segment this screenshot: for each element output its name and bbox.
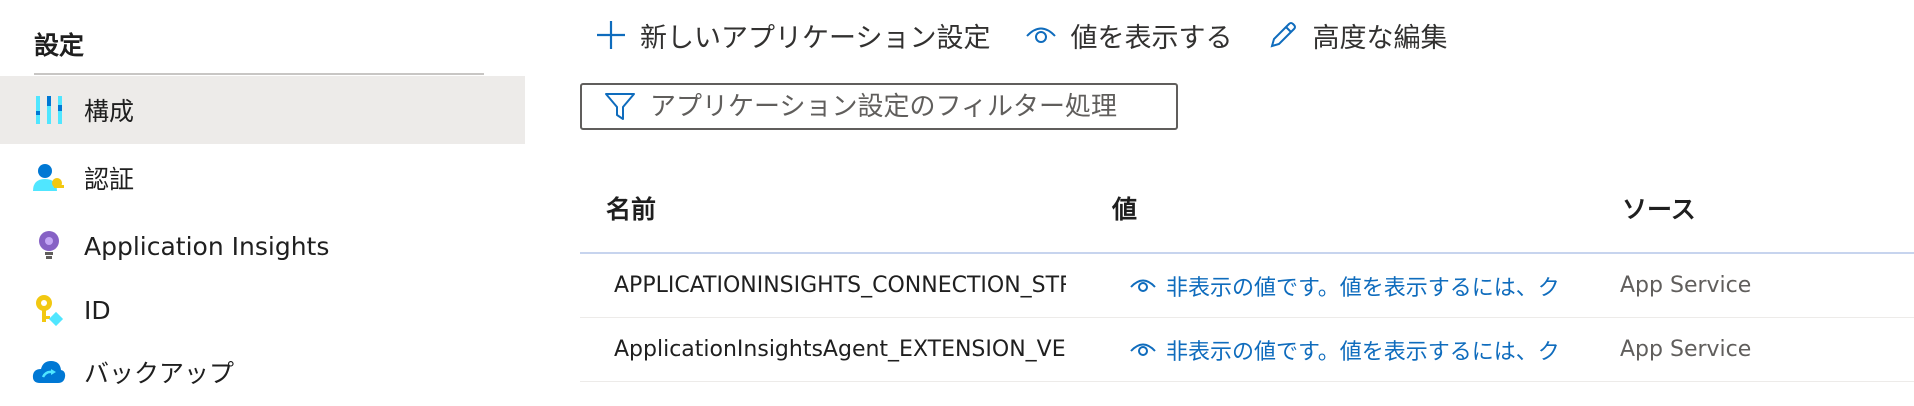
filter-application-settings-input[interactable]: [650, 91, 1170, 122]
hidden-value-link[interactable]: 非表示の値です。値を表示するには、ク: [1130, 254, 1620, 317]
sidebar-item-label: バックアップ: [84, 359, 235, 388]
sidebar-item-authentication[interactable]: 認証: [0, 144, 525, 212]
column-header-source[interactable]: ソース: [1622, 190, 1696, 226]
hidden-value-text: 非表示の値です。値を表示するには、ク: [1166, 339, 1560, 365]
command-bar: 新しいアプリケーション設定 値を表示する 高度な編集: [596, 12, 1483, 58]
sidebar-item-identity[interactable]: ID: [0, 276, 525, 344]
backup-cloud-icon: [32, 355, 66, 389]
new-application-setting-button[interactable]: 新しいアプリケーション設定: [596, 12, 990, 58]
setting-name[interactable]: ApplicationInsightsAgent_EXTENSION_VERSI: [614, 318, 1066, 381]
settings-sidebar: 設定 構成 認証 Application Insights ID バックアップ: [0, 0, 525, 400]
table-header: 名前 値 ソース: [580, 178, 1914, 254]
eye-icon: [1130, 343, 1156, 356]
sidebar-item-label: Application Insights: [84, 231, 330, 261]
setting-source: App Service: [1620, 273, 1752, 298]
advanced-edit-button[interactable]: 高度な編集: [1268, 12, 1447, 58]
sidebar-item-label: 認証: [84, 165, 135, 194]
sidebar-item-label: ID: [84, 295, 111, 325]
application-insights-icon: [32, 229, 66, 263]
hidden-value-text: 非表示の値です。値を表示するには、ク: [1166, 275, 1560, 301]
sidebar-item-label: 構成: [84, 97, 135, 126]
plus-icon: [597, 21, 625, 49]
filter-box: [580, 83, 1178, 130]
table-row[interactable]: APPLICATIONINSIGHTS_CONNECTION_STRIN 非表示…: [580, 254, 1914, 318]
advanced-edit-label: 高度な編集: [1312, 22, 1448, 54]
pencil-icon: [1271, 22, 1297, 48]
sidebar-item-configuration[interactable]: 構成: [0, 76, 525, 144]
application-settings-table: 名前 値 ソース APPLICATIONINSIGHTS_CONNECTION_…: [580, 178, 1914, 382]
column-header-name[interactable]: 名前: [606, 190, 656, 226]
column-header-value[interactable]: 値: [1112, 190, 1137, 226]
show-values-label: 値を表示する: [1070, 22, 1233, 54]
sidebar-item-backup[interactable]: バックアップ: [0, 338, 525, 406]
setting-source: App Service: [1620, 337, 1752, 362]
sidebar-item-application-insights[interactable]: Application Insights: [0, 212, 525, 280]
section-divider: [34, 73, 484, 75]
setting-name[interactable]: APPLICATIONINSIGHTS_CONNECTION_STRIN: [614, 254, 1066, 317]
table-row[interactable]: ApplicationInsightsAgent_EXTENSION_VERSI…: [580, 318, 1914, 382]
eye-icon: [1026, 27, 1057, 43]
eye-icon: [1130, 279, 1156, 292]
identity-key-icon: [32, 293, 66, 327]
filter-funnel-icon: [605, 92, 635, 120]
section-title: 設定: [34, 31, 85, 60]
authentication-icon: [32, 161, 66, 195]
hidden-value-link[interactable]: 非表示の値です。値を表示するには、ク: [1130, 318, 1620, 381]
show-values-button[interactable]: 値を表示する: [1026, 12, 1232, 58]
new-application-setting-label: 新しいアプリケーション設定: [640, 22, 991, 54]
configuration-icon: [32, 93, 66, 127]
